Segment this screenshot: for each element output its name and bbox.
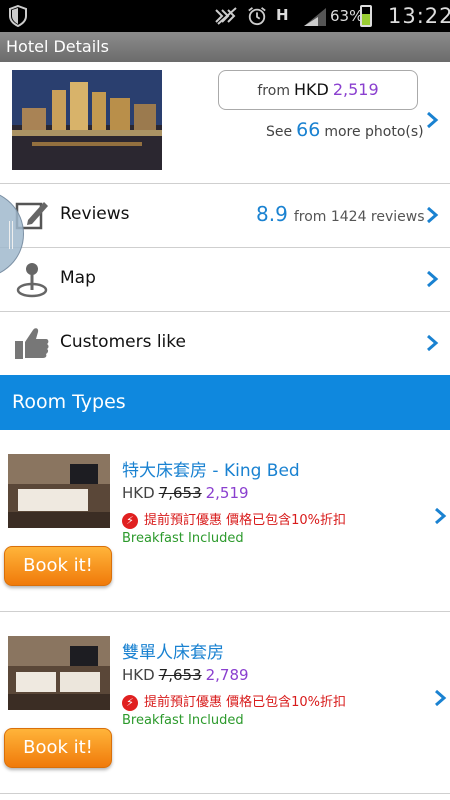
customers-like-row[interactable]: Customers like: [0, 312, 450, 376]
more-photos-link[interactable]: See 66 more photo(s): [266, 119, 424, 141]
breakfast-text: Breakfast Included: [122, 531, 244, 546]
page-title: Hotel Details: [6, 37, 109, 56]
photos-prefix: See: [266, 124, 293, 140]
chevron-right-icon[interactable]: [425, 205, 439, 225]
book-it-button[interactable]: Book it!: [4, 546, 112, 586]
review-score: 8.9: [256, 202, 288, 226]
promo-label: 提前預訂優惠 價格已包含10%折扣: [144, 513, 347, 528]
hotel-hero: from HKD 2,519 See 66 more photo(s): [0, 62, 450, 184]
reviews-row[interactable]: Reviews 8.9 from 1424 reviews: [0, 184, 450, 248]
room-price-currency: HKD: [122, 666, 155, 684]
room-old-price: 7,653: [158, 666, 202, 684]
room-old-price: 7,653: [158, 484, 202, 502]
promo-label: 提前預訂優惠 價格已包含10%折扣: [144, 695, 347, 710]
price-currency: HKD: [293, 80, 329, 99]
status-clock: 13:22: [388, 4, 450, 28]
room-types-header: Room Types: [0, 375, 450, 430]
title-bar: Hotel Details: [0, 32, 450, 62]
signal-blocked-icon: [215, 7, 237, 25]
room-price-currency: HKD: [122, 484, 155, 502]
room-photo: [8, 454, 110, 528]
promo-text: ⚡ 提前預訂優惠 價格已包含10%折扣: [122, 509, 346, 529]
lightning-icon: ⚡: [122, 694, 138, 711]
room-photo: [8, 636, 110, 710]
map-row[interactable]: Map: [0, 248, 450, 312]
thumbs-up-icon: [15, 328, 49, 359]
hotel-photo[interactable]: [12, 70, 162, 170]
review-count-text: from 1424 reviews: [293, 209, 425, 225]
price-from-label: from: [257, 83, 290, 99]
price-amount: 2,519: [332, 80, 379, 99]
signal-strength-icon: [304, 8, 326, 26]
shield-icon: [9, 5, 27, 27]
room-new-price: 2,519: [205, 484, 249, 502]
room-price: HKD 7,653 2,789: [122, 666, 249, 684]
map-pin-icon: [16, 263, 48, 298]
battery-level-fill: [362, 13, 370, 25]
customers-like-label: Customers like: [60, 332, 186, 352]
room-name[interactable]: 雙單人床套房: [122, 638, 224, 663]
room-photo-graphic: [8, 454, 110, 528]
map-label: Map: [60, 268, 96, 288]
photos-suffix: more photo(s): [324, 124, 424, 140]
room-name[interactable]: 特大床套房 - King Bed: [122, 456, 300, 481]
drag-grip-icon: [9, 221, 13, 249]
breakfast-text: Breakfast Included: [122, 713, 244, 728]
hotel-photo-graphic: [12, 70, 162, 170]
room-new-price: 2,789: [205, 666, 249, 684]
chevron-right-icon[interactable]: [433, 688, 447, 708]
status-bar: H 63% 13:22: [0, 0, 450, 32]
room-price: HKD 7,653 2,519: [122, 484, 249, 502]
photos-count: 66: [296, 119, 321, 141]
chevron-right-icon[interactable]: [425, 110, 439, 130]
from-price-box: from HKD 2,519: [218, 70, 418, 110]
chevron-right-icon[interactable]: [425, 333, 439, 353]
book-it-button[interactable]: Book it!: [4, 728, 112, 768]
network-type-indicator: H: [276, 6, 289, 24]
alarm-icon: [248, 7, 266, 26]
chevron-right-icon[interactable]: [433, 506, 447, 526]
room-card[interactable]: 雙單人床套房 HKD 7,653 2,789 ⚡ 提前預訂優惠 價格已包含10%折扣 …: [0, 612, 450, 794]
room-card[interactable]: 特大床套房 - King Bed HKD 7,653 2,519 ⚡ 提前預訂優惠 價…: [0, 430, 450, 612]
reviews-label: Reviews: [60, 204, 130, 224]
battery-icon: [360, 5, 372, 27]
promo-text: ⚡ 提前預訂優惠 價格已包含10%折扣: [122, 691, 346, 711]
battery-percent: 63%: [330, 7, 364, 25]
lightning-icon: ⚡: [122, 512, 138, 529]
reviews-summary: 8.9 from 1424 reviews: [256, 202, 425, 226]
section-title: Room Types: [12, 391, 126, 413]
room-photo-graphic: [8, 636, 110, 710]
chevron-right-icon[interactable]: [425, 269, 439, 289]
